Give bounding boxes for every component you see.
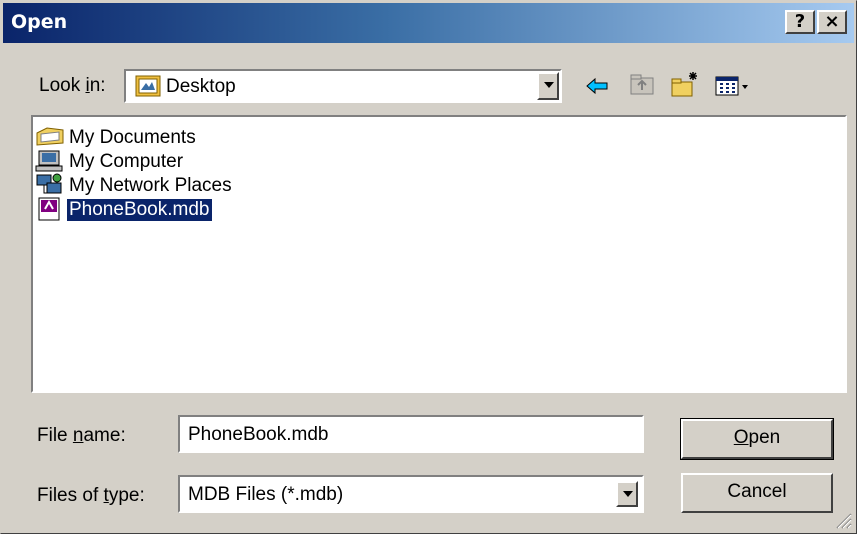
file-name-label: File name: [37,425,126,446]
file-type-label: Files of type: [37,485,145,506]
look-in-combo[interactable]: Desktop [124,69,562,103]
list-item-label: My Computer [69,151,184,172]
resize-grip-icon[interactable] [834,511,852,529]
cancel-button[interactable]: Cancel [681,473,833,513]
my-documents-icon [36,127,64,146]
close-button[interactable]: × [817,10,847,34]
open-dialog: Open ? × Look in: Desktop My Documents M… [0,0,857,534]
file-type-value: MDB Files (*.mdb) [188,484,344,505]
up-folder-icon[interactable] [627,70,659,102]
title-bar[interactable]: Open ? × [3,3,854,43]
look-in-value: Desktop [166,76,236,97]
file-type-combo[interactable]: MDB Files (*.mdb) [178,475,644,513]
back-arrow-icon[interactable] [581,70,613,102]
network-places-icon [36,173,62,194]
my-computer-icon [35,150,63,172]
mdb-file-icon [38,197,60,221]
file-name-value[interactable]: PhoneBook.mdb [188,424,329,446]
list-item-label: My Network Places [69,175,232,196]
file-type-dropdown-button[interactable] [616,481,638,507]
new-folder-icon[interactable] [669,70,701,102]
view-menu-icon[interactable] [713,70,753,102]
look-in-dropdown-button[interactable] [537,72,559,100]
look-in-label: Look in: [39,75,106,96]
list-item-label: My Documents [69,127,196,148]
list-item-label: PhoneBook.mdb [66,198,213,222]
file-name-input[interactable]: PhoneBook.mdb [178,415,644,453]
open-button[interactable]: Open [680,418,834,460]
desktop-icon [135,75,161,97]
file-list[interactable]: My Documents My Computer My Network Plac… [31,115,847,393]
help-button[interactable]: ? [785,10,815,34]
window-title: Open [11,11,68,33]
